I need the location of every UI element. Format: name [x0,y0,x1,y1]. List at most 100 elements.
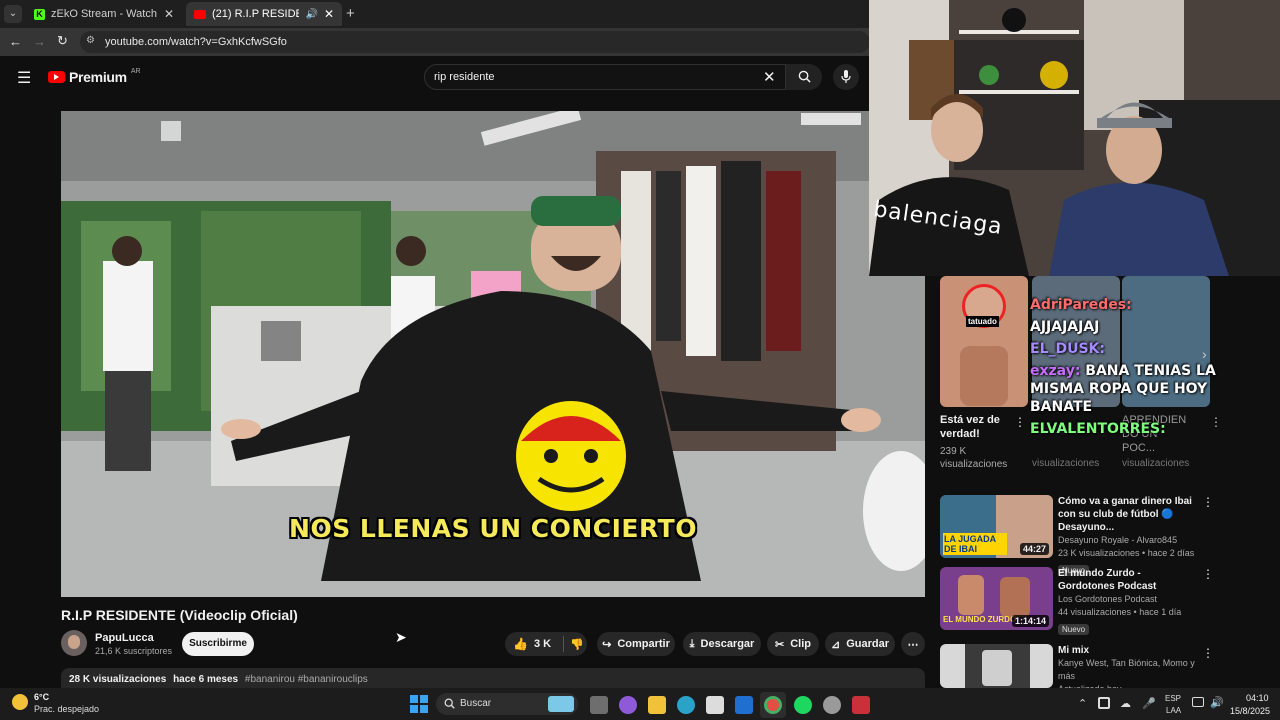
video-thumbnail: EL MUNDO ZURDO 1:14:14 [940,567,1053,630]
download-icon: ⤓ [689,637,695,650]
settings-icon[interactable] [823,696,841,714]
more-options-icon[interactable]: ⋮ [1202,567,1214,581]
search-box[interactable]: rip residente ✕ [424,64,786,90]
chat-message: AJJAJAJAJ [1030,318,1220,336]
tray-overflow-icon[interactable]: ⌃ [1078,697,1087,710]
microphone-icon [841,69,851,83]
short-sticker: tatuado [966,316,999,327]
video-meta: 23 K visualizaciones • hace 2 días [1058,548,1195,558]
download-button[interactable]: ⤓ Descargar [683,632,761,656]
save-label: Guardar [846,638,889,650]
recommended-video[interactable]: LA JUGADA DE IBAI 44:27 Cómo va a ganar … [940,495,1220,576]
file-explorer-icon[interactable] [648,696,666,714]
tray-app-icon[interactable] [1098,697,1110,709]
channel-avatar[interactable] [61,630,87,656]
subscribe-button[interactable]: Suscribirme [182,632,254,656]
search-icon [798,70,811,83]
close-tab-icon[interactable]: ✕ [164,7,174,21]
like-button[interactable]: 👍 3 K [513,637,551,651]
bookmark-icon: ⊿ [830,638,841,651]
video-info: Cómo va a ganar dinero Ibai con su club … [1058,495,1198,578]
more-options-icon[interactable]: ⋮ [1202,495,1214,509]
search-input[interactable]: rip residente [434,71,495,83]
windows-logo-icon [410,695,428,713]
clock-time[interactable]: 04:10 [1246,693,1269,703]
channel-name[interactable]: PapuLucca [95,632,154,644]
voice-search-button[interactable] [833,64,859,90]
clear-search-icon[interactable]: ✕ [763,68,776,86]
more-options-icon[interactable]: ⋮ [1014,415,1026,429]
weather-widget[interactable]: 6°C Prac. despejado [8,692,118,716]
share-icon: ↪ [602,638,612,651]
more-actions-button[interactable]: ⋯ [901,632,925,656]
volume-icon[interactable]: 🔊 [1210,696,1224,709]
video-channel: Los Gordotones Podcast [1058,594,1158,604]
site-info-icon[interactable]: ⚙ [86,35,95,46]
close-tab-icon[interactable]: ✕ [324,7,334,21]
stream-chat-overlay: AdriParedes: AJJAJAJAJ EL_DUSK: exzay: B… [1030,276,1220,490]
hashtags[interactable]: #bananirou #bananirouclips [245,674,368,685]
thumbnail-text: EL MUNDO ZURDO [943,615,1017,624]
start-button[interactable] [410,695,428,713]
recommended-video[interactable]: EL MUNDO ZURDO 1:14:14 El mundo Zurdo - … [940,567,1220,637]
recommended-mix[interactable]: Mi mix Kanye West, Tan Biónica, Momo y m… [940,644,1220,694]
forward-icon[interactable]: → [33,34,46,49]
obs-app-icon[interactable] [852,696,870,714]
hamburger-menu-icon[interactable]: ☰ [17,68,31,88]
network-icon[interactable] [1192,697,1204,707]
youtube-premium-logo[interactable]: Premium AR [48,68,141,85]
url-field[interactable]: ⚙ youtube.com/watch?v=GxhKcfwSGfo [80,31,870,53]
thumbs-down-icon[interactable]: 👎 [570,638,584,651]
mouse-cursor-icon: ➤ [395,629,407,645]
youtube-icon [194,9,206,19]
streamer-camera-overlay: balenciaga [869,0,1280,276]
language-top[interactable]: ESP [1165,694,1181,703]
copilot-icon[interactable] [619,696,637,714]
clip-label: Clip [790,638,811,650]
tab-youtube[interactable]: (21) R.I.P RESIDENTE (Videoc 🔊 ✕ [186,2,342,26]
store-icon[interactable] [706,696,724,714]
weather-temp: 6°C [34,692,50,702]
share-button[interactable]: ↪ Compartir [597,632,675,656]
tab-kick[interactable]: K zEkO Stream - Watch Live on K ✕ [26,2,182,26]
divider [563,636,565,652]
video-meta: 44 visualizaciones • hace 1 día [1058,607,1182,617]
video-description-box[interactable]: 28 K visualizaciones hace 6 meses #banan… [61,668,925,690]
share-label: Compartir [617,638,670,650]
spotify-icon[interactable] [794,696,812,714]
video-channel: Desayuno Royale - Alvaro845 [1058,535,1178,545]
more-horizontal-icon: ⋯ [907,638,919,651]
upload-age: hace 6 meses [173,674,239,685]
video-player[interactable]: NOS LLENAS UN CONCIERTO [61,111,925,597]
reload-icon[interactable]: ↻ [57,33,68,49]
address-bar-row: ← → ↻ ⚙ youtube.com/watch?v=GxhKcfwSGfo [0,28,870,56]
tab-youtube-title: (21) R.I.P RESIDENTE (Videoc [212,8,300,20]
search-button[interactable] [786,64,822,90]
microphone-tray-icon[interactable]: 🎤 [1142,697,1156,710]
logo-text: Premium [69,69,127,85]
kick-icon: K [34,8,45,20]
chat-message: ELVALENTORRES: [1030,420,1220,438]
short-card[interactable]: tatuado Está vez de verdad! ⋮ 239 K visu… [940,276,1028,476]
tab-list-button[interactable]: ⌄ [4,5,22,23]
taskbar-search[interactable]: Buscar [436,693,578,715]
outlook-icon[interactable] [735,696,753,714]
cloud-icon[interactable]: ☁ [1120,697,1131,710]
back-icon[interactable]: ← [9,34,22,49]
task-view-icon[interactable] [590,696,608,714]
like-dislike-group: 👍 3 K 👎 [505,632,587,656]
chat-username: AdriParedes: [1030,297,1132,313]
chat-text: AJJAJAJAJ [1030,319,1100,335]
save-button[interactable]: ⊿ Guardar [825,632,895,656]
chat-message: EL_DUSK: [1030,340,1220,358]
new-tab-button[interactable]: + [346,5,355,22]
speaker-icon[interactable]: 🔊 [305,9,317,20]
short-thumbnail: tatuado [940,276,1028,407]
short-title: Está vez de verdad! [940,414,1000,440]
video-title: R.I.P RESIDENTE (Videoclip Oficial) [61,607,298,623]
more-options-icon[interactable]: ⋮ [1202,646,1214,660]
edge-icon[interactable] [677,696,695,714]
chat-message: exzay: BANA TENIAS LA MISMA ROPA QUE HOY… [1030,362,1220,416]
clip-button[interactable]: ✂ Clip [767,632,819,656]
video-info: El mundo Zurdo - Gordotones Podcast Los … [1058,567,1198,637]
